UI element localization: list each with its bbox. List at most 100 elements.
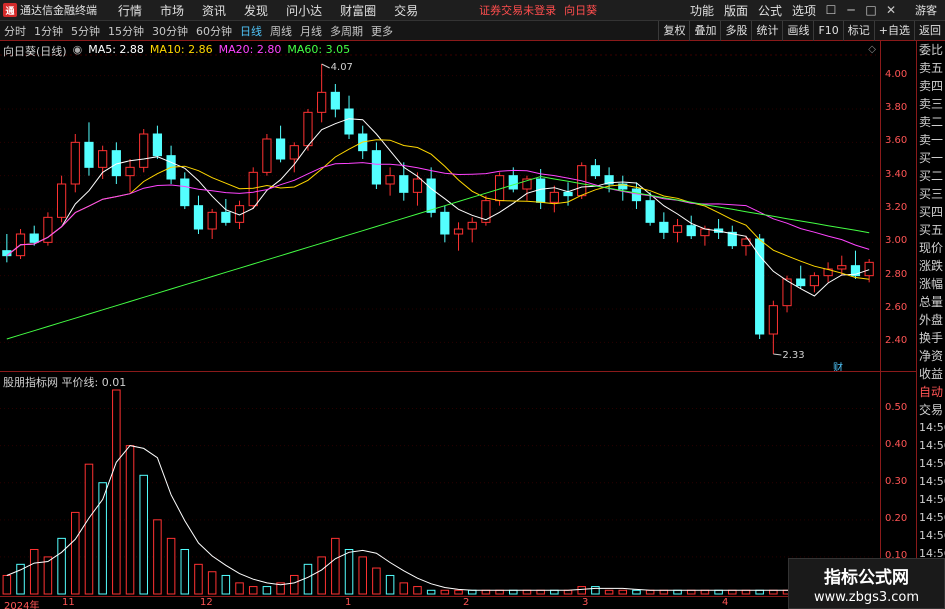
date-tick: 3 bbox=[582, 597, 589, 608]
trade-label[interactable]: 交易 bbox=[917, 401, 945, 419]
overlay-button[interactable]: 叠加 bbox=[689, 20, 720, 41]
period-60min[interactable]: 60分钟 bbox=[192, 23, 236, 39]
legend-ma10: MA10: 2.86 bbox=[149, 43, 213, 56]
draw-line-button[interactable]: 画线 bbox=[782, 20, 813, 41]
period-5min[interactable]: 5分钟 bbox=[67, 23, 104, 39]
login-status[interactable]: 证券交易未登录 bbox=[479, 2, 556, 18]
indicator-tick: 0.30 bbox=[885, 475, 908, 487]
candle-body bbox=[467, 221, 477, 230]
indicator-bar bbox=[248, 586, 258, 595]
candle-body bbox=[317, 91, 327, 113]
indicator-bar bbox=[112, 389, 121, 595]
menu-wealth[interactable]: 财富圈 bbox=[331, 2, 385, 19]
menu-ask[interactable]: 问小达 bbox=[277, 2, 331, 19]
period-multi[interactable]: 多周期 bbox=[326, 23, 367, 39]
legend-settings-icon[interactable]: ◉ bbox=[73, 43, 83, 59]
candle-body bbox=[768, 305, 778, 335]
candle-body bbox=[426, 178, 436, 213]
quote-field-label: 买四 bbox=[919, 205, 944, 219]
minimize-icon[interactable]: ─ bbox=[841, 3, 861, 17]
candle-body bbox=[221, 211, 231, 223]
tick-time: 14:56 bbox=[919, 457, 945, 470]
period-toolbar: 分时 1分钟 5分钟 15分钟 30分钟 60分钟 日线 周线 月线 多周期 更… bbox=[0, 20, 945, 41]
candle-body bbox=[371, 150, 382, 185]
indicator-bar bbox=[317, 556, 326, 595]
tick-time: 14:56 bbox=[919, 439, 945, 452]
stats-button[interactable]: 统计 bbox=[751, 20, 782, 41]
back-button[interactable]: 返回 bbox=[914, 20, 945, 41]
auto-label[interactable]: 自动 bbox=[917, 383, 945, 401]
indicator-bar bbox=[125, 445, 135, 595]
price-tick: 3.40 bbox=[885, 168, 908, 180]
multi-stock-button[interactable]: 多股 bbox=[720, 20, 751, 41]
price-tick: 2.60 bbox=[885, 302, 908, 313]
indicator-bar bbox=[221, 574, 231, 595]
menu-options[interactable]: 选项 bbox=[787, 2, 821, 19]
stock-title: 向日葵 bbox=[564, 4, 598, 17]
candle-body bbox=[659, 221, 669, 233]
add-watchlist-button[interactable]: +自选 bbox=[873, 20, 914, 41]
skin-icon[interactable]: ☐ bbox=[821, 3, 841, 17]
indicator-bar bbox=[481, 589, 491, 595]
quote-field-label: 总量 bbox=[919, 295, 944, 309]
period-weekly[interactable]: 周线 bbox=[266, 23, 296, 39]
guest-label[interactable]: 游客 bbox=[915, 2, 937, 18]
menu-formula[interactable]: 公式 bbox=[753, 2, 787, 19]
candle-body bbox=[344, 108, 354, 135]
indicator-bar bbox=[440, 589, 450, 595]
f10-button[interactable]: F10 bbox=[813, 20, 842, 41]
indicator-bar bbox=[769, 589, 778, 595]
period-30min[interactable]: 30分钟 bbox=[148, 23, 192, 39]
candle-body bbox=[330, 91, 340, 110]
kline-chart[interactable]: 向日葵(日线) ◉ MA5: 2.88 MA10: 2.86 MA20: 2.8… bbox=[0, 41, 880, 374]
quote-field-label: 卖一 bbox=[919, 133, 944, 147]
menu-discover[interactable]: 发现 bbox=[235, 2, 277, 19]
menu-function[interactable]: 功能 bbox=[685, 2, 719, 19]
period-more[interactable]: 更多 bbox=[367, 23, 397, 39]
indicator-bar bbox=[57, 537, 66, 595]
period-monthly[interactable]: 月线 bbox=[296, 23, 326, 39]
quote-field-label: 换手 bbox=[919, 331, 944, 345]
indicator-bar bbox=[454, 589, 463, 595]
candle-body bbox=[125, 166, 135, 177]
indicator-bar bbox=[207, 571, 217, 595]
menu-layout[interactable]: 版面 bbox=[719, 2, 753, 19]
close-icon[interactable]: ✕ bbox=[881, 3, 901, 17]
price-tick: 4.00 bbox=[885, 68, 908, 80]
period-15min[interactable]: 15分钟 bbox=[104, 23, 148, 39]
app-logo-icon: 通 bbox=[3, 3, 17, 17]
ma60-line bbox=[6, 175, 870, 340]
tick-time: 14:56 bbox=[919, 493, 945, 506]
candle-body bbox=[84, 141, 94, 168]
menu-quotes[interactable]: 行情 bbox=[109, 2, 151, 19]
quote-field-label: 涨跌 bbox=[919, 259, 944, 273]
period-1min[interactable]: 1分钟 bbox=[30, 23, 67, 39]
restore-rights-button[interactable]: 复权 bbox=[658, 20, 689, 41]
candle-body bbox=[755, 238, 765, 335]
chart-collapse-icon[interactable]: ◇ bbox=[868, 44, 876, 55]
period-daily[interactable]: 日线 bbox=[236, 23, 266, 39]
app-title: 通达信金融终端 bbox=[20, 4, 97, 17]
menu-trade[interactable]: 交易 bbox=[385, 2, 427, 19]
candle-body bbox=[549, 191, 559, 203]
candle-body bbox=[180, 178, 190, 207]
low-pointer bbox=[773, 353, 782, 356]
date-tick: 11 bbox=[62, 597, 75, 608]
date-tick: 12 bbox=[200, 597, 213, 608]
period-tick[interactable]: 分时 bbox=[0, 23, 30, 39]
date-tick: 1 bbox=[345, 597, 352, 608]
legend-ma5: MA5: 2.88 bbox=[88, 43, 144, 56]
indicator-bar bbox=[153, 519, 162, 595]
menu-market[interactable]: 市场 bbox=[151, 2, 193, 19]
quote-field-label: 卖三 bbox=[919, 97, 944, 111]
menu-news[interactable]: 资讯 bbox=[193, 2, 235, 19]
indicator-chart[interactable]: 股朋指标网 平价线: 0.01 bbox=[0, 372, 880, 596]
indicator-bar bbox=[591, 586, 600, 595]
candle-body bbox=[275, 138, 286, 160]
candle-body bbox=[809, 275, 820, 287]
indicator-bar bbox=[714, 589, 723, 595]
indicator-bar bbox=[467, 589, 477, 595]
indicator-bar bbox=[563, 589, 573, 595]
maximize-icon[interactable]: □ bbox=[861, 3, 881, 17]
mark-button[interactable]: 标记 bbox=[842, 20, 874, 41]
